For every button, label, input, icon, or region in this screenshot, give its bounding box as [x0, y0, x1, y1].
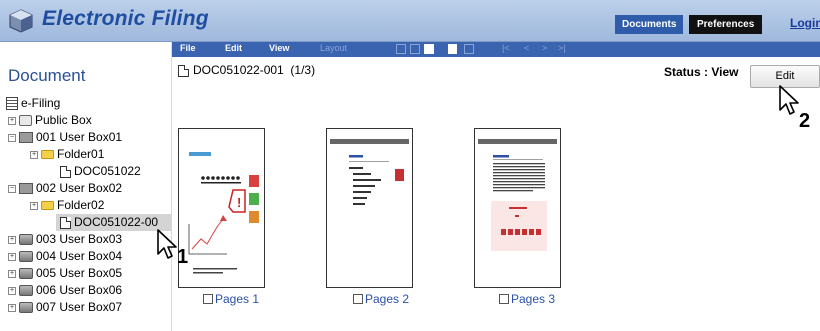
page-2-preview: [330, 139, 409, 205]
nav-preferences-tab[interactable]: Preferences: [689, 15, 763, 34]
first-page-button[interactable]: |<: [502, 43, 510, 53]
toolbar: File Edit View Layout |< < > >|: [172, 42, 820, 57]
checkbox-icon[interactable]: [353, 294, 363, 304]
expand-icon[interactable]: +: [8, 235, 16, 244]
page-checkbox-3[interactable]: Pages 3: [499, 292, 555, 306]
prev-page-button[interactable]: <: [524, 43, 529, 53]
user-box-icon: [19, 285, 33, 297]
expand-icon[interactable]: +: [8, 303, 16, 312]
print-icon[interactable]: [424, 44, 434, 54]
page-thumbnail-2[interactable]: [326, 128, 413, 288]
tree-item-doc051022-00[interactable]: DOC051022-00: [56, 214, 171, 231]
menu-layout[interactable]: Layout: [320, 43, 347, 53]
tree-item-user-box02[interactable]: −002 User Box02: [8, 180, 122, 197]
public-box-icon: [19, 115, 32, 127]
page-checkbox-1[interactable]: Pages 1: [203, 292, 259, 306]
tree-item-user-box05[interactable]: +005 User Box05: [8, 265, 122, 282]
callout-step-1: 1: [177, 246, 189, 268]
tree-item-doc051022[interactable]: DOC051022: [60, 163, 141, 180]
tree-item-user-box06[interactable]: +006 User Box06: [8, 282, 122, 299]
folder-icon: [41, 201, 54, 211]
collapse-icon[interactable]: −: [8, 184, 16, 193]
document-name: DOC051022-001: [193, 63, 284, 77]
expand-icon[interactable]: +: [8, 116, 16, 125]
tree-item-user-box01[interactable]: −001 User Box01: [8, 129, 122, 146]
app-header: Electronic Filing Documents Preferences …: [0, 0, 820, 42]
checkbox-icon[interactable]: [499, 294, 509, 304]
document-icon: [60, 216, 71, 229]
logo-cube-icon: [9, 9, 33, 33]
page-indicator: (1/3): [290, 63, 316, 77]
next-page-button[interactable]: >: [542, 43, 547, 53]
expand-icon[interactable]: +: [8, 269, 16, 278]
page-checkbox-2[interactable]: Pages 2: [353, 292, 409, 306]
sidebar: Document e-Filing + Public Box −001 User …: [0, 42, 172, 331]
page-1-preview: !: [188, 152, 259, 274]
tree-item-public-box[interactable]: + Public Box: [8, 112, 92, 129]
efiling-root-icon: [6, 97, 18, 111]
tree-item-folder02[interactable]: + Folder02: [30, 197, 104, 214]
checkbox-icon[interactable]: [203, 294, 213, 304]
expand-icon[interactable]: +: [8, 286, 16, 295]
menu-file[interactable]: File: [180, 43, 196, 53]
status-label: Status : View: [664, 65, 739, 79]
page-thumbnail-3[interactable]: [474, 128, 561, 288]
document-header: DOC051022-001 (1/3): [178, 63, 315, 77]
document-icon: [60, 165, 71, 178]
expand-icon[interactable]: +: [8, 252, 16, 261]
menu-view[interactable]: View: [269, 43, 289, 53]
tree-item-user-box07[interactable]: +007 User Box07: [8, 299, 122, 316]
app-title: Electronic Filing: [42, 7, 209, 30]
nav-documents-tab[interactable]: Documents: [615, 15, 684, 34]
page-thumbnail-1[interactable]: !: [178, 128, 265, 288]
copy-icon[interactable]: [448, 44, 457, 54]
login-link[interactable]: Login: [790, 16, 820, 30]
user-box-icon: [19, 132, 33, 144]
tree-item-user-box04[interactable]: +004 User Box04: [8, 248, 122, 265]
page-3-preview: [478, 139, 557, 251]
tree-item-user-box03[interactable]: +003 User Box03: [8, 231, 122, 248]
last-page-button[interactable]: >|: [558, 43, 566, 53]
collapse-icon[interactable]: −: [8, 133, 16, 142]
menu-edit[interactable]: Edit: [225, 43, 242, 53]
paste-icon[interactable]: [464, 44, 474, 54]
svg-text:!: !: [237, 195, 241, 210]
expand-icon[interactable]: +: [30, 150, 38, 159]
tree-root[interactable]: e-Filing: [6, 95, 60, 112]
zoom-icon[interactable]: [396, 44, 406, 54]
user-box-icon: [19, 251, 33, 263]
save-icon[interactable]: [410, 44, 420, 54]
document-icon: [178, 64, 189, 77]
user-box-icon: [19, 268, 33, 280]
tree-item-folder01[interactable]: + Folder01: [30, 146, 104, 163]
separator-icon: [438, 44, 448, 54]
callout-step-2: 2: [799, 110, 811, 132]
sidebar-title: Document: [8, 66, 86, 85]
user-box-icon: [19, 234, 33, 246]
folder-icon: [41, 150, 54, 160]
user-box-icon: [19, 183, 33, 195]
expand-icon[interactable]: +: [30, 201, 38, 210]
user-box-icon: [19, 302, 33, 314]
